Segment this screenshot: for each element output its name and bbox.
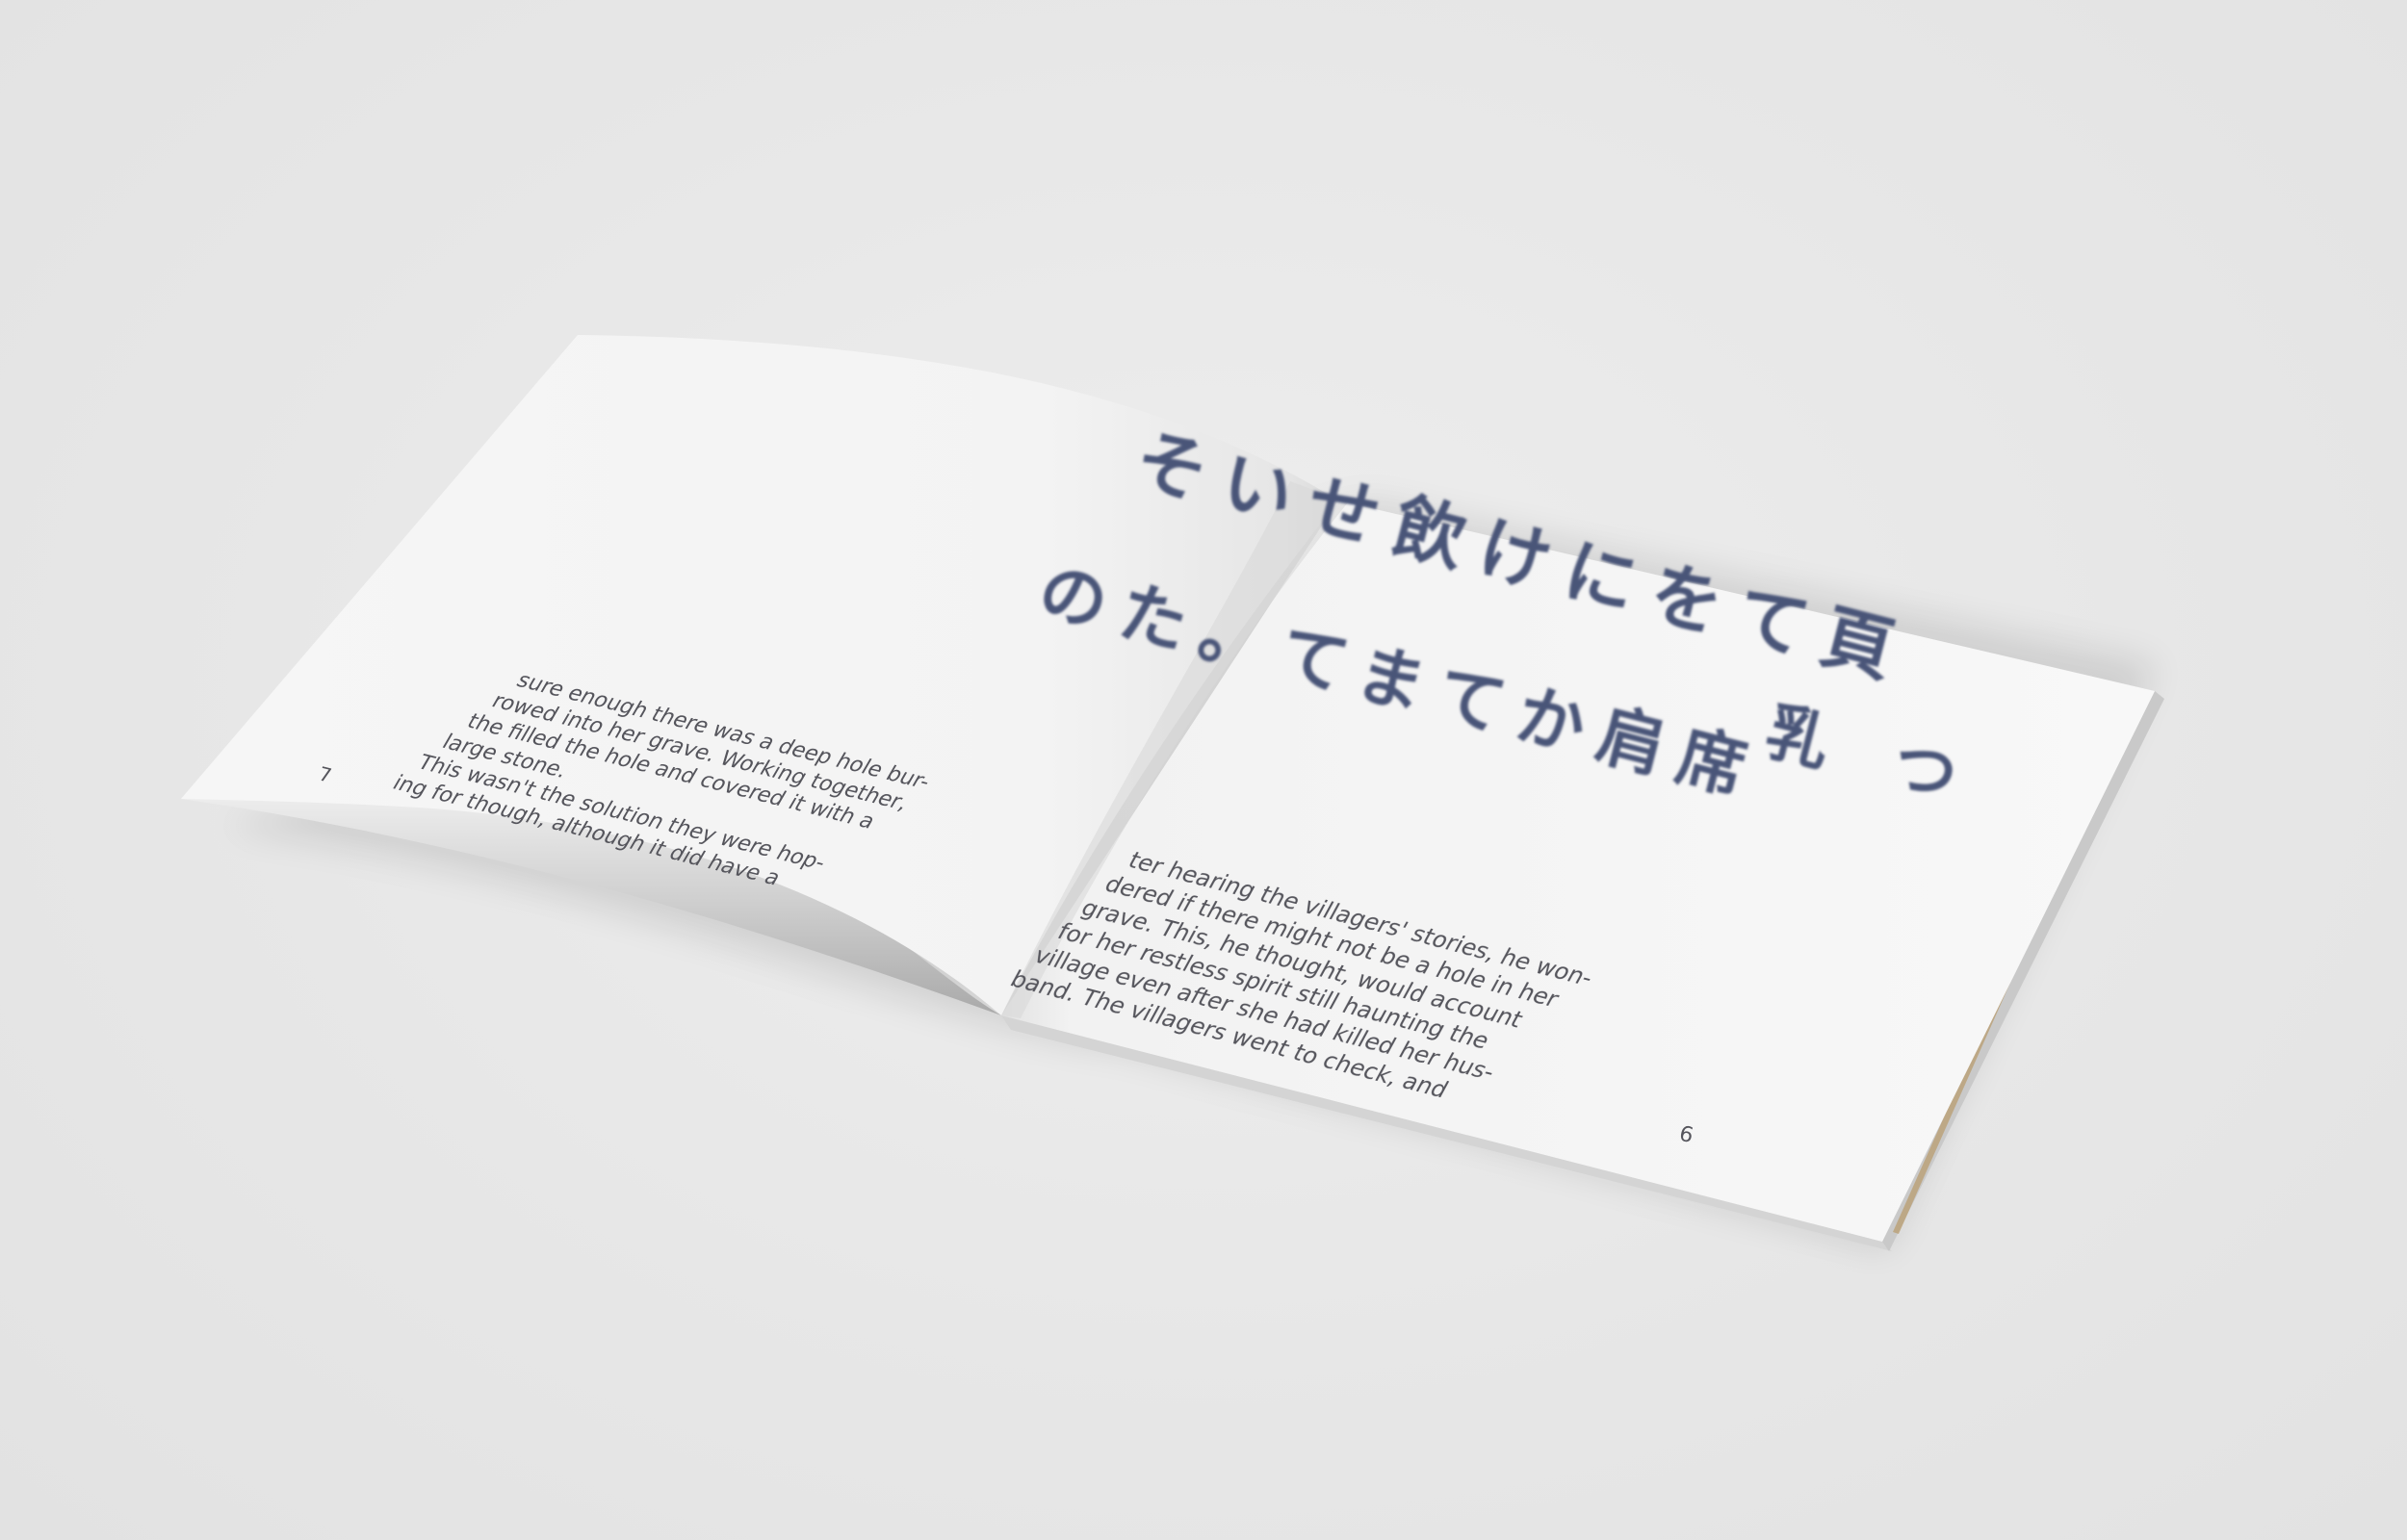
booklet-mockup: sure enough there was a deep hole bur- r…: [181, 335, 2164, 1251]
background: sure enough there was a deep hole bur- r…: [0, 0, 2407, 1540]
